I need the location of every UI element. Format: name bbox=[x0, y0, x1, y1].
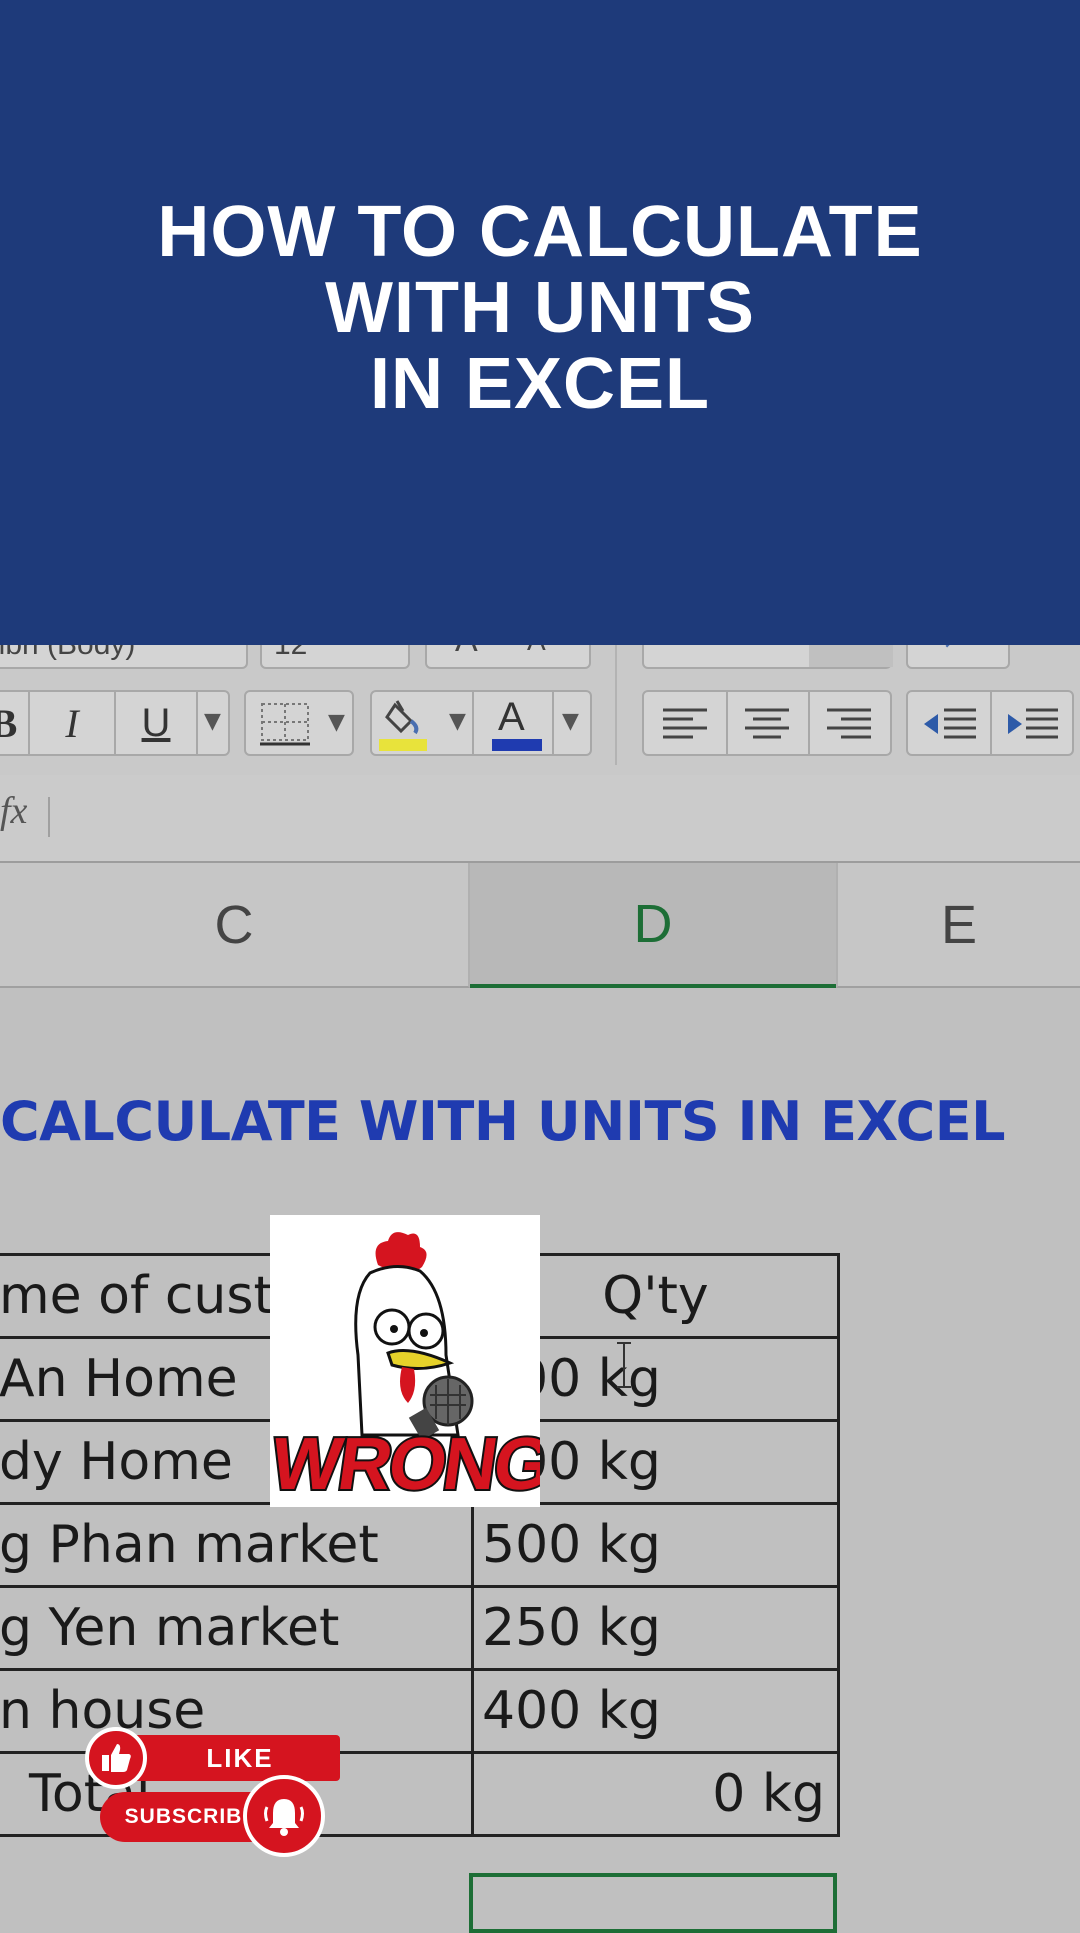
like-label: LIKE bbox=[206, 1742, 274, 1773]
align-center-icon bbox=[745, 708, 789, 739]
borders-button[interactable]: ▼ bbox=[244, 690, 354, 756]
ribbon-toolbar: libri (Body) 12 A A ↗ B I U ▼ ▼ bbox=[0, 645, 1080, 775]
shrink-font-icon[interactable]: A bbox=[527, 645, 546, 657]
alignment-top-group[interactable] bbox=[642, 645, 893, 669]
italic-button[interactable]: I bbox=[30, 692, 114, 754]
formula-input[interactable] bbox=[52, 783, 1072, 853]
font-color-swatch bbox=[492, 739, 542, 751]
bold-label: B bbox=[0, 700, 18, 746]
wrong-text: WRONG bbox=[270, 1420, 540, 1507]
fill-color-swatch bbox=[379, 739, 427, 751]
fill-color-dropdown-icon[interactable]: ▼ bbox=[449, 709, 466, 734]
formula-bar: fx bbox=[0, 775, 1080, 863]
orientation-button[interactable]: ↗ bbox=[906, 645, 1010, 669]
font-name-box[interactable]: libri (Body) bbox=[0, 645, 248, 669]
thumbs-up-icon[interactable] bbox=[85, 1727, 147, 1789]
column-header-d[interactable]: D bbox=[470, 863, 836, 988]
borders-icon bbox=[260, 703, 310, 746]
sheet-title-cell[interactable]: CALCULATE WITH UNITS IN EXCEL bbox=[0, 1090, 1006, 1153]
decrease-indent-button[interactable] bbox=[910, 695, 988, 753]
underline-button[interactable]: U bbox=[116, 692, 196, 754]
align-left-icon bbox=[663, 708, 707, 739]
qty-cell[interactable]: 250 kg bbox=[471, 1585, 840, 1671]
bold-button[interactable]: B bbox=[0, 692, 28, 754]
italic-label: I bbox=[65, 700, 79, 746]
font-size-box[interactable]: 12 bbox=[260, 645, 410, 669]
text-cursor-icon bbox=[617, 1342, 631, 1388]
font-size-value: 12 bbox=[274, 645, 307, 662]
increase-indent-button[interactable] bbox=[994, 695, 1072, 753]
thumbs-up-glyph-icon bbox=[102, 1744, 131, 1772]
font-grow-shrink-group[interactable]: A A bbox=[425, 645, 591, 669]
column-header-c[interactable]: C bbox=[0, 863, 470, 988]
grow-font-icon[interactable]: A bbox=[455, 645, 478, 660]
fill-color-button[interactable] bbox=[375, 695, 435, 753]
orientation-icon: ↗ bbox=[942, 645, 964, 655]
banner-line-3: IN EXCEL bbox=[369, 343, 711, 424]
borders-dropdown-icon[interactable]: ▼ bbox=[328, 710, 345, 735]
wrong-chicken-sticker: WRONG bbox=[270, 1215, 540, 1507]
banner-line-2: WITH UNITS bbox=[325, 267, 755, 348]
table-row: g Yen market 250 kg bbox=[0, 1585, 840, 1671]
align-right-icon bbox=[827, 708, 871, 739]
qty-cell[interactable]: 500 kg bbox=[471, 1502, 840, 1588]
banner-line-1: HOW TO CALCULATE bbox=[157, 191, 923, 272]
align-left-button[interactable] bbox=[648, 695, 724, 753]
customer-cell[interactable]: g Yen market bbox=[0, 1585, 474, 1671]
notification-bell-icon[interactable] bbox=[243, 1775, 325, 1857]
underline-label: U bbox=[141, 700, 171, 745]
underline-dropdown-icon[interactable]: ▼ bbox=[204, 709, 221, 734]
customer-cell[interactable]: g Phan market bbox=[0, 1502, 474, 1588]
align-right-button[interactable] bbox=[812, 695, 888, 753]
video-title-banner: HOW TO CALCULATE WITH UNITS IN EXCEL bbox=[0, 0, 1080, 645]
align-center-button[interactable] bbox=[730, 695, 806, 753]
font-color-dropdown-icon[interactable]: ▼ bbox=[562, 709, 579, 734]
column-header-e[interactable]: E bbox=[836, 863, 1080, 988]
font-color-letter: A bbox=[498, 695, 525, 739]
font-color-button[interactable]: A bbox=[482, 695, 552, 753]
decrease-indent-icon bbox=[924, 708, 976, 739]
qty-cell[interactable]: 400 kg bbox=[471, 1668, 840, 1754]
paint-bucket-icon bbox=[385, 700, 419, 735]
bell-glyph-icon bbox=[264, 1799, 304, 1836]
function-icon[interactable]: fx bbox=[0, 789, 27, 833]
font-name-value: libri (Body) bbox=[0, 645, 135, 662]
total-value-cell[interactable]: 0 kg bbox=[471, 1751, 840, 1837]
table-row: g Phan market 500 kg bbox=[0, 1502, 840, 1588]
subscribe-label: SUBSCRIBE bbox=[124, 1805, 258, 1828]
selected-cell-outline[interactable] bbox=[469, 1873, 837, 1933]
increase-indent-icon bbox=[1008, 708, 1058, 739]
